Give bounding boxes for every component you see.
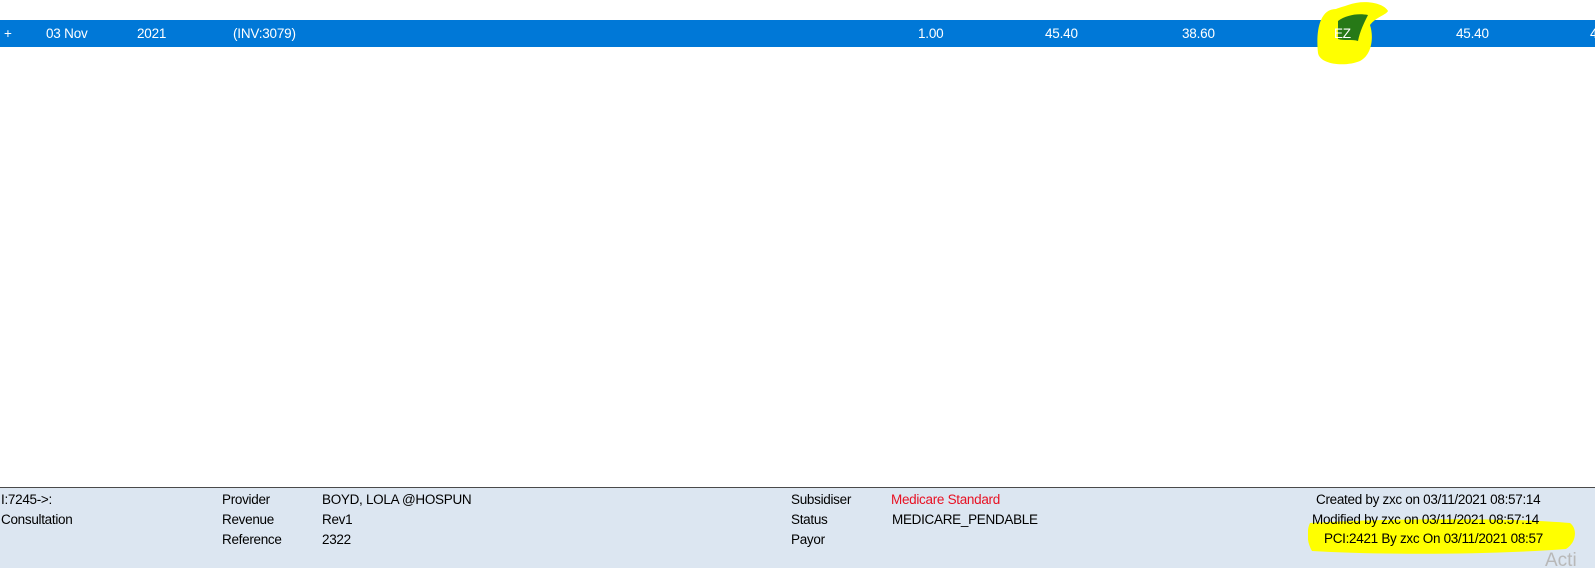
subsidiser-value: Medicare Standard	[891, 492, 1000, 507]
row-fee: 45.40	[1045, 26, 1078, 41]
row-invoice: (INV:3079)	[233, 26, 296, 41]
row-code: EZ	[1334, 26, 1351, 41]
provider-label: Provider	[222, 492, 270, 507]
reference-label: Reference	[222, 532, 282, 547]
expand-row-icon[interactable]: +	[4, 20, 12, 47]
row-rebate: 38.60	[1182, 26, 1215, 41]
row-quantity: 1.00	[918, 26, 944, 41]
transaction-row-selected[interactable]: + 03 Nov 2021 (INV:3079) 1.00 45.40 38.6…	[0, 20, 1595, 47]
revenue-value: Rev1	[322, 512, 353, 527]
billing-window: + 03 Nov 2021 (INV:3079) 1.00 45.40 38.6…	[0, 0, 1595, 568]
activation-watermark: Acti	[1545, 550, 1577, 568]
provider-value: BOYD, LOLA @HOSPUN	[322, 492, 472, 507]
subsidiser-label: Subsidiser	[791, 492, 852, 507]
row-date: 03 Nov	[46, 26, 88, 41]
status-label: Status	[791, 512, 828, 527]
reference-value: 2322	[322, 532, 351, 547]
revenue-label: Revenue	[222, 512, 274, 527]
payor-label: Payor	[791, 532, 825, 547]
item-type: Consultation	[1, 512, 73, 527]
pci-info: PCI:2421 By zxc On 03/11/2021 08:57	[1324, 531, 1543, 546]
row-total: 45.40	[1456, 26, 1489, 41]
row-truncated-value: 4	[1590, 26, 1595, 41]
row-year: 2021	[137, 26, 167, 41]
created-info: Created by zxc on 03/11/2021 08:57:14	[1316, 492, 1541, 507]
item-id: I:7245->:	[1, 492, 52, 507]
modified-info: Modified by zxc on 03/11/2021 08:57:14	[1312, 512, 1540, 527]
status-value: MEDICARE_PENDABLE	[892, 512, 1038, 527]
